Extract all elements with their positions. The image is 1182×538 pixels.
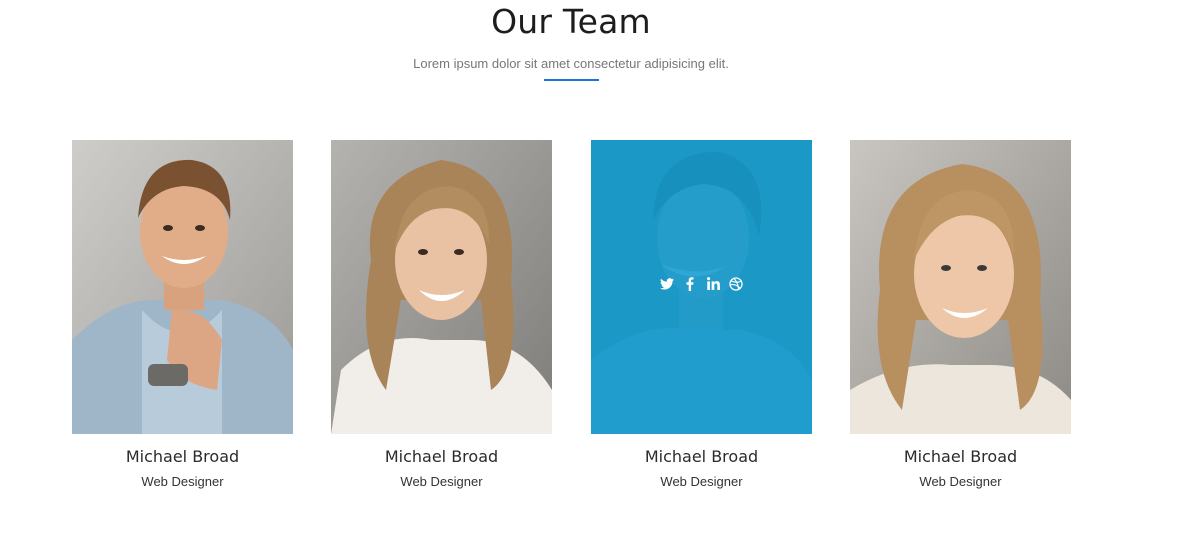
section-title: Our Team: [491, 2, 651, 41]
member-role: Web Designer: [660, 474, 743, 489]
member-role: Web Designer: [919, 474, 1002, 489]
woman-portrait-image: [331, 140, 552, 434]
member-name: Michael Broad: [125, 447, 240, 466]
member-name: Michael Broad: [903, 447, 1018, 466]
team-card-2[interactable]: Michael Broad Web Designer: [331, 140, 552, 490]
team-card-4[interactable]: Michael Broad Web Designer: [850, 140, 1071, 490]
linkedin-icon[interactable]: [706, 276, 721, 291]
member-photo[interactable]: [331, 140, 552, 434]
member-name: Michael Broad: [644, 447, 759, 466]
member-role: Web Designer: [141, 474, 224, 489]
team-section: Our Team Lorem ipsum dolor sit amet cons…: [0, 0, 1182, 538]
member-name: Michael Broad: [384, 447, 499, 466]
section-subtitle: Lorem ipsum dolor sit amet consectetur a…: [413, 56, 729, 71]
team-card-3[interactable]: Michael Broad Web Designer: [591, 140, 812, 490]
title-underline: [544, 79, 599, 81]
member-photo[interactable]: [850, 140, 1071, 434]
member-photo[interactable]: [72, 140, 293, 434]
facebook-icon[interactable]: [683, 276, 698, 291]
team-card-1[interactable]: Michael Broad Web Designer: [72, 140, 293, 490]
member-role: Web Designer: [400, 474, 483, 489]
dribbble-icon[interactable]: [729, 276, 744, 291]
man-portrait-image: [72, 140, 293, 434]
woman-portrait-image: [850, 140, 1071, 434]
social-links: [591, 276, 812, 291]
twitter-icon[interactable]: [660, 276, 675, 291]
member-photo[interactable]: [591, 140, 812, 434]
